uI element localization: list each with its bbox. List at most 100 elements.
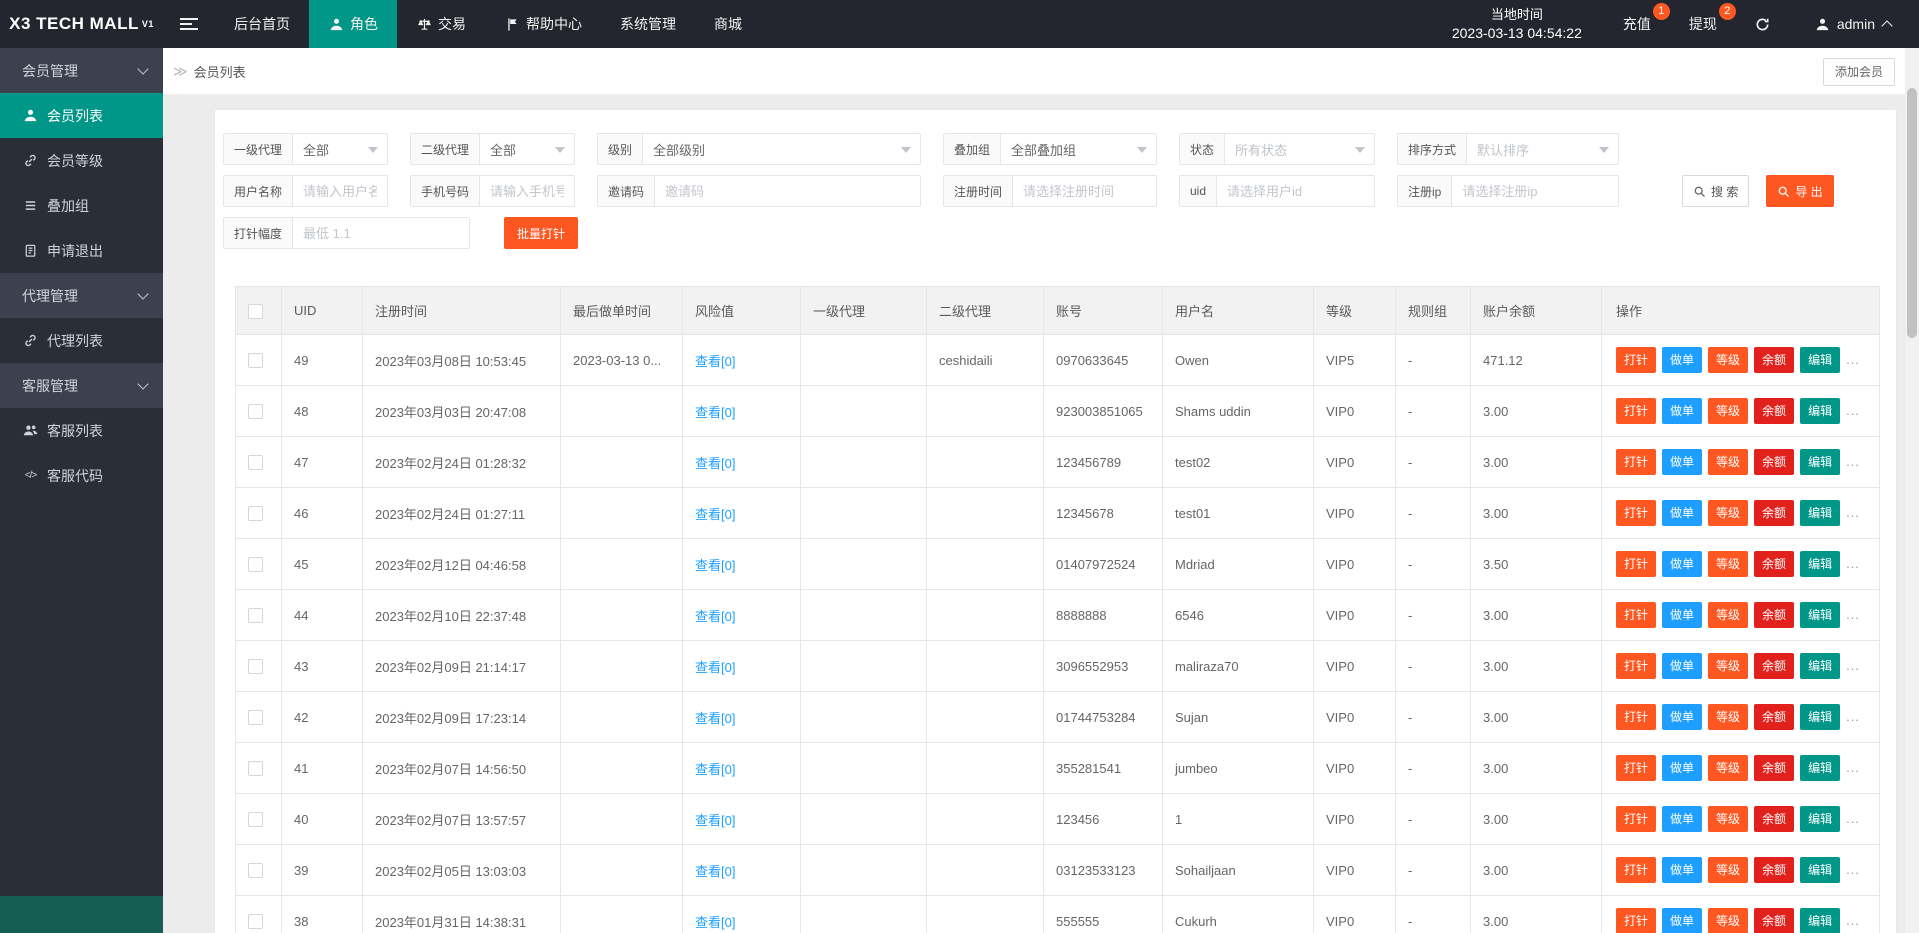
filter-select-value[interactable]: 全部 xyxy=(480,134,574,164)
sidebar-item[interactable]: 代理管理 xyxy=(0,273,163,318)
inject-action-button[interactable]: 打针 xyxy=(1616,755,1657,781)
edit-action-button[interactable]: 编辑 xyxy=(1800,449,1841,475)
topbar-nav-item[interactable]: 帮助中心 xyxy=(485,0,601,48)
row-checkbox[interactable] xyxy=(248,812,263,828)
risk-view-link[interactable]: 查看[0] xyxy=(695,609,735,624)
sidebar-item[interactable]: 叠加组 xyxy=(0,183,163,228)
filter-input[interactable] xyxy=(655,176,920,206)
make-order-action-button[interactable]: 做单 xyxy=(1662,653,1703,679)
sidebar-item[interactable]: </> 客服代码 xyxy=(0,453,163,498)
filter-input[interactable] xyxy=(1217,176,1374,206)
more-actions-button[interactable]: ... xyxy=(1846,454,1860,469)
balance-action-button[interactable]: 余额 xyxy=(1754,908,1795,933)
sidebar-item[interactable]: 代理列表 xyxy=(0,318,163,363)
risk-view-link[interactable]: 查看[0] xyxy=(695,456,735,471)
edit-action-button[interactable]: 编辑 xyxy=(1800,704,1841,730)
make-order-action-button[interactable]: 做单 xyxy=(1662,806,1703,832)
sidebar-item[interactable]: 客服管理 xyxy=(0,363,163,408)
edit-action-button[interactable]: 编辑 xyxy=(1800,551,1841,577)
edit-action-button[interactable]: 编辑 xyxy=(1800,653,1841,679)
sidebar-item[interactable]: 申请退出 xyxy=(0,228,163,273)
risk-view-link[interactable]: 查看[0] xyxy=(695,915,735,930)
level-action-button[interactable]: 等级 xyxy=(1708,602,1749,628)
level-action-button[interactable]: 等级 xyxy=(1708,551,1749,577)
inject-action-button[interactable]: 打针 xyxy=(1616,398,1657,424)
inject-action-button[interactable]: 打针 xyxy=(1616,551,1657,577)
balance-action-button[interactable]: 余额 xyxy=(1754,806,1795,832)
inject-range-input[interactable] xyxy=(293,218,469,248)
filter-select-value[interactable]: 全部级别 xyxy=(643,134,920,164)
more-actions-button[interactable]: ... xyxy=(1846,607,1860,622)
export-button[interactable]: 导 出 xyxy=(1766,175,1834,207)
more-actions-button[interactable]: ... xyxy=(1846,352,1860,367)
balance-action-button[interactable]: 余额 xyxy=(1754,500,1795,526)
withdraw-button[interactable]: 提现 2 xyxy=(1670,0,1736,48)
edit-action-button[interactable]: 编辑 xyxy=(1800,347,1841,373)
risk-view-link[interactable]: 查看[0] xyxy=(695,864,735,879)
balance-action-button[interactable]: 余额 xyxy=(1754,449,1795,475)
edit-action-button[interactable]: 编辑 xyxy=(1800,857,1841,883)
row-checkbox[interactable] xyxy=(248,455,263,471)
topbar-nav-item[interactable]: 系统管理 xyxy=(601,0,695,48)
edit-action-button[interactable]: 编辑 xyxy=(1800,908,1841,933)
row-checkbox[interactable] xyxy=(248,659,263,675)
topbar-nav-item[interactable]: 商城 xyxy=(695,0,761,48)
level-action-button[interactable]: 等级 xyxy=(1708,806,1749,832)
recharge-button[interactable]: 充值 1 xyxy=(1604,0,1670,48)
make-order-action-button[interactable]: 做单 xyxy=(1662,398,1703,424)
make-order-action-button[interactable]: 做单 xyxy=(1662,551,1703,577)
inject-action-button[interactable]: 打针 xyxy=(1616,806,1657,832)
make-order-action-button[interactable]: 做单 xyxy=(1662,755,1703,781)
row-checkbox[interactable] xyxy=(248,404,263,420)
make-order-action-button[interactable]: 做单 xyxy=(1662,908,1703,933)
risk-view-link[interactable]: 查看[0] xyxy=(695,507,735,522)
inject-action-button[interactable]: 打针 xyxy=(1616,857,1657,883)
row-checkbox[interactable] xyxy=(248,863,263,879)
level-action-button[interactable]: 等级 xyxy=(1708,500,1749,526)
row-checkbox[interactable] xyxy=(248,914,263,930)
make-order-action-button[interactable]: 做单 xyxy=(1662,602,1703,628)
filter-select-value[interactable]: 全部 xyxy=(293,134,387,164)
balance-action-button[interactable]: 余额 xyxy=(1754,755,1795,781)
balance-action-button[interactable]: 余额 xyxy=(1754,602,1795,628)
risk-view-link[interactable]: 查看[0] xyxy=(695,558,735,573)
filter-input[interactable] xyxy=(1452,176,1618,206)
edit-action-button[interactable]: 编辑 xyxy=(1800,806,1841,832)
risk-view-link[interactable]: 查看[0] xyxy=(695,660,735,675)
level-action-button[interactable]: 等级 xyxy=(1708,653,1749,679)
inject-action-button[interactable]: 打针 xyxy=(1616,704,1657,730)
balance-action-button[interactable]: 余额 xyxy=(1754,551,1795,577)
balance-action-button[interactable]: 余额 xyxy=(1754,347,1795,373)
balance-action-button[interactable]: 余额 xyxy=(1754,704,1795,730)
make-order-action-button[interactable]: 做单 xyxy=(1662,857,1703,883)
level-action-button[interactable]: 等级 xyxy=(1708,347,1749,373)
more-actions-button[interactable]: ... xyxy=(1846,403,1860,418)
topbar-nav-item[interactable]: 后台首页 xyxy=(215,0,309,48)
level-action-button[interactable]: 等级 xyxy=(1708,704,1749,730)
topbar-nav-item[interactable]: 角色 xyxy=(309,0,397,48)
more-actions-button[interactable]: ... xyxy=(1846,556,1860,571)
balance-action-button[interactable]: 余额 xyxy=(1754,857,1795,883)
sidebar-item[interactable]: 会员管理 xyxy=(0,48,163,93)
more-actions-button[interactable]: ... xyxy=(1846,658,1860,673)
topbar-nav-item[interactable]: 交易 xyxy=(397,0,485,48)
inject-action-button[interactable]: 打针 xyxy=(1616,602,1657,628)
search-button[interactable]: 搜 索 xyxy=(1682,175,1750,207)
level-action-button[interactable]: 等级 xyxy=(1708,908,1749,933)
more-actions-button[interactable]: ... xyxy=(1846,709,1860,724)
row-checkbox[interactable] xyxy=(248,710,263,726)
vertical-scrollbar[interactable] xyxy=(1905,48,1919,933)
edit-action-button[interactable]: 编辑 xyxy=(1800,500,1841,526)
row-checkbox[interactable] xyxy=(248,557,263,573)
inject-action-button[interactable]: 打针 xyxy=(1616,449,1657,475)
inject-action-button[interactable]: 打针 xyxy=(1616,347,1657,373)
risk-view-link[interactable]: 查看[0] xyxy=(695,711,735,726)
filter-input[interactable] xyxy=(1013,176,1156,206)
make-order-action-button[interactable]: 做单 xyxy=(1662,500,1703,526)
level-action-button[interactable]: 等级 xyxy=(1708,449,1749,475)
row-checkbox[interactable] xyxy=(248,761,263,777)
sidebar-toggle-button[interactable] xyxy=(163,0,215,48)
more-actions-button[interactable]: ... xyxy=(1846,760,1860,775)
select-all-checkbox[interactable] xyxy=(248,303,263,319)
inject-action-button[interactable]: 打针 xyxy=(1616,908,1657,933)
